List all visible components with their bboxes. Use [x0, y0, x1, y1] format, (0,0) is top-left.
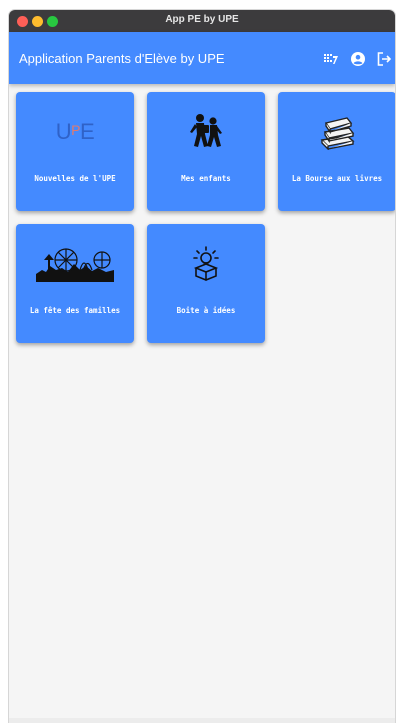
- upe-logo: UPE: [16, 110, 134, 154]
- tile-label: Mes enfants: [181, 174, 231, 183]
- theme-palette-button[interactable]: [322, 50, 340, 68]
- tile-book-exchange[interactable]: La Bourse aux livres: [278, 92, 395, 211]
- window-title: App PE by UPE: [165, 14, 239, 25]
- upe-logo-letter-e: E: [80, 119, 95, 144]
- tile-family-fair[interactable]: La fête des familles: [16, 224, 134, 343]
- logout-icon: [377, 52, 392, 66]
- tile-my-children[interactable]: Mes enfants: [147, 92, 265, 211]
- fair-skyline-icon: [36, 248, 114, 282]
- page-title: Application Parents d'Elève by UPE: [19, 51, 225, 66]
- account-button[interactable]: [349, 50, 367, 68]
- app-window: App PE by UPE Application Parents d'Elèv…: [9, 10, 395, 723]
- books-stack-icon: [320, 117, 355, 150]
- app-bar: Application Parents d'Elève by UPE: [9, 32, 395, 84]
- tile-label: La Bourse aux livres: [291, 174, 383, 183]
- logout-button[interactable]: [375, 50, 393, 68]
- upe-logo-letter-p: P: [71, 122, 81, 138]
- tile-label: La fête des familles: [29, 306, 121, 315]
- window-titlebar: App PE by UPE: [9, 10, 395, 32]
- tile-idea-box[interactable]: Boite à idées: [147, 224, 265, 343]
- upe-logo-letter-u: U: [55, 119, 72, 144]
- tile-label: Nouvelles de l'UPE: [34, 174, 116, 183]
- children-walking-icon: [190, 114, 222, 147]
- theme-palette-icon: [324, 54, 338, 64]
- tile-label: Boite à idées: [176, 306, 236, 315]
- idea-lightbulb-box-icon: [193, 246, 219, 281]
- bottom-edge: [9, 718, 395, 723]
- tile-news-upe[interactable]: UPE Nouvelles de l'UPE: [16, 92, 134, 211]
- account-circle-icon: [351, 52, 365, 66]
